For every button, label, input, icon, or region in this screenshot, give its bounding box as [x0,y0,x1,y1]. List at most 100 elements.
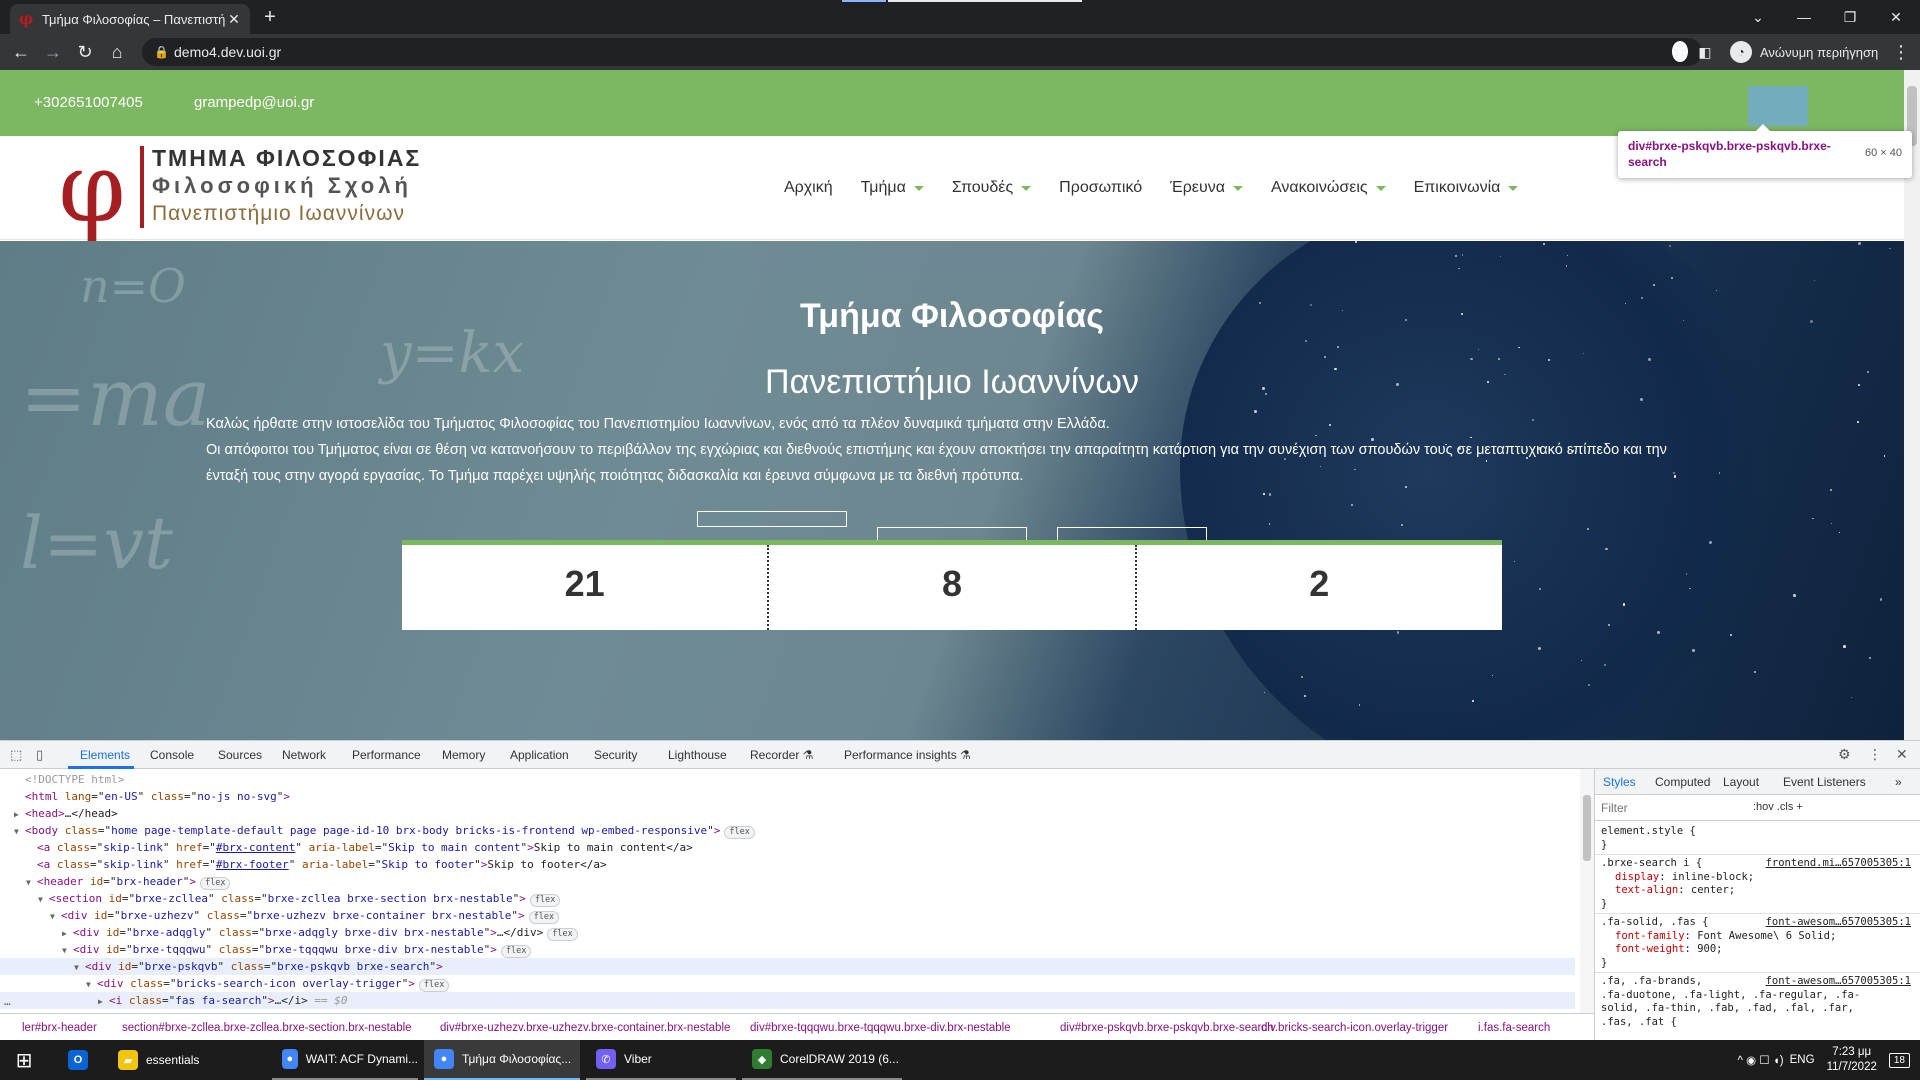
incognito-profile-button[interactable]: ◔ Ανώνυμη περιήγηση [1730,39,1878,65]
dom-node-row[interactable]: ▶ <i class="fas fa-search">…</i> == $0 [0,992,1575,1009]
search-icon-highlighted[interactable] [1748,86,1808,126]
taskbar-app-5[interactable]: ◆ CorelDRAW 2019 (6... [742,1040,902,1080]
clock[interactable]: 7:23 μμ 11/7/2022 [1827,1045,1877,1075]
browser-menu-icon[interactable]: ⋮ [1888,40,1914,64]
hero-button-1[interactable] [697,511,847,527]
flex-badge[interactable]: flex [500,945,532,958]
dom-twisty-icon[interactable]: ▶ [14,806,25,823]
tray-icons[interactable]: ^ ◉ ☐ ◖) [1738,1053,1784,1067]
dom-twisty-icon[interactable]: ▼ [62,942,73,959]
dom-twisty-icon[interactable]: ▼ [26,874,37,891]
devtools-tab-2[interactable]: Sources [218,748,262,762]
css-rule-selector[interactable]: .fa-solid, .fas {font-awesom…657005305:1 [1601,916,1911,930]
devtools-close-icon[interactable]: ✕ [1896,746,1908,763]
flex-badge[interactable]: flex [199,877,231,890]
elements-scrollbar[interactable] [1580,769,1594,1013]
breadcrumb-item[interactable]: div.bricks-search-icon.overlay-trigger [1261,1022,1448,1034]
dom-twisty-icon[interactable]: ▼ [14,823,25,840]
forward-button[interactable]: → [40,40,66,64]
nav-item-4[interactable]: Έρευνα [1170,176,1243,200]
css-source-link[interactable]: font-awesom…657005305:1 [1766,916,1911,930]
breadcrumb-item[interactable]: div#brxe-pskqvb.brxe-pskqvb.brxe-search [1060,1022,1273,1034]
devtools-settings-icon[interactable]: ⚙ [1838,746,1851,763]
dom-node-row[interactable]: <!DOCTYPE html> [0,771,1575,788]
restore-button[interactable]: ❐ [1830,4,1870,30]
notification-badge[interactable]: 18 [1888,1052,1910,1068]
dom-node-row[interactable]: ▶ <head>…</head> [0,805,1575,822]
css-source-link[interactable]: frontend.mi…657005305:1 [1766,857,1911,871]
lock-icon[interactable]: 🔒 [154,43,170,61]
dom-node-row[interactable]: ▼ <div id="brxe-tqqqwu" class="brxe-tqqqw… [0,941,1575,958]
taskbar-app-1[interactable]: ▰ essentials [108,1040,266,1080]
devtools-more-icon[interactable]: ⋮ [1868,746,1882,763]
dom-node-row[interactable]: ▼ <div class="bricks-search-icon overlay-… [0,975,1575,992]
dom-node-row[interactable]: ▼ <div id="brxe-uzhezv" class="brxe-uzhez… [0,907,1575,924]
devtools-tab-1[interactable]: Console [150,748,194,762]
tab-search-icon[interactable]: ⌄ [1738,4,1778,30]
css-declaration[interactable]: text-align: center; [1601,884,1911,898]
css-rule-selector[interactable]: element.style { [1601,825,1911,839]
tab-close-icon[interactable]: ✕ [226,11,242,28]
dom-twisty-icon[interactable]: ▶ [62,925,73,942]
styles-tab-4[interactable]: » [1895,775,1902,789]
breadcrumb-item[interactable]: section#brxe-zcllea.brxe-zcllea.brxe-sec… [122,1022,412,1034]
css-rule-selector[interactable]: .fa, .fa-brands, font-awesom…657005305:1 [1601,975,1911,989]
close-window-button[interactable]: ✕ [1876,4,1916,30]
elements-tree[interactable]: <!DOCTYPE html> <html lang="en-US" class=… [0,769,1594,1013]
devtools-tab-8[interactable]: Lighthouse [668,748,727,762]
email-link[interactable]: grampedp@uoi.gr [194,94,314,111]
nav-item-2[interactable]: Σπουδές [952,176,1032,200]
breadcrumb-item[interactable]: i.fas.fa-search [1478,1022,1550,1034]
dom-node-row[interactable]: ▶ <div id="brxe-adqgly" class="brxe-adqgl… [0,924,1575,941]
site-logo[interactable]: ΤΜΗΜΑ ΦΙΛΟΣΟΦΙΑΣ Φιλοσοφική Σχολή Πανεπι… [152,144,421,228]
devtools-tab-9[interactable]: Recorder ⚗ [750,748,813,762]
dom-node-row[interactable]: <a class="skip-link" href="#brx-footer" … [0,856,1575,873]
dom-twisty-icon[interactable]: ▶ [98,993,109,1010]
styles-tab-1[interactable]: Computed [1655,775,1710,789]
dom-twisty-icon[interactable]: ▼ [50,908,61,925]
devtools-tab-5[interactable]: Memory [442,748,485,762]
back-button[interactable]: ← [8,40,34,64]
browser-tab-active[interactable]: φ Τμήμα Φιλοσοφίας – Πανεπιστήμ ✕ [10,4,250,34]
flex-badge[interactable]: flex [724,826,755,839]
dom-twisty-icon[interactable]: ▼ [74,959,85,976]
device-toolbar-icon[interactable]: ▯ [36,747,43,763]
nav-item-5[interactable]: Ανακοινώσεις [1271,176,1386,200]
dom-node-row[interactable]: <html lang="en-US" class="no-js no-svg"> [0,788,1575,805]
devtools-tab-4[interactable]: Performance [352,748,421,762]
css-source-link[interactable]: font-awesom…657005305:1 [1766,975,1911,989]
dom-node-row[interactable]: ▼ <body class="home page-template-default… [0,822,1575,839]
css-declaration[interactable]: font-family: Font Awesome\ 6 Solid; [1601,930,1911,944]
elements-scrollbar-thumb[interactable] [1583,795,1591,861]
minimize-button[interactable]: — [1784,4,1824,30]
css-declaration[interactable]: font-weight: 900; [1601,943,1911,957]
flex-badge[interactable]: flex [418,979,450,992]
nav-item-0[interactable]: Αρχική [784,176,833,200]
dom-node-row[interactable]: <a class="skip-link" href="#brx-content"… [0,839,1575,856]
dom-node-row[interactable]: ▼ <section id="brxe-zcllea" class="brxe-z… [0,890,1575,907]
home-button[interactable]: ⌂ [104,40,130,64]
devtools-tab-6[interactable]: Application [510,748,569,762]
flex-badge[interactable]: flex [529,894,561,907]
dom-twisty-icon[interactable]: ▼ [38,891,49,908]
taskbar-app-0[interactable]: O [58,1040,100,1080]
new-tab-button[interactable]: + [258,6,282,30]
styles-tab-2[interactable]: Layout [1723,775,1759,789]
inspect-element-icon[interactable]: ⬚ [10,747,22,763]
flex-badge[interactable]: flex [528,911,560,924]
nav-item-6[interactable]: Επικοινωνία [1414,176,1519,200]
css-rules[interactable]: element.style {} .brxe-search i {frontend… [1595,821,1920,1041]
start-button-icon[interactable]: ⊞ [0,1040,48,1080]
breadcrumb-item[interactable]: div#brxe-uzhezv.brxe-uzhezv.brxe-contain… [440,1022,730,1034]
bookmark-star-icon[interactable]: ☆ [1671,41,1688,62]
breadcrumb-item[interactable]: div#brxe-tqqqwu.brxe-tqqqwu.brxe-div.brx… [750,1022,1011,1034]
taskbar-app-2[interactable]: ● WAIT: ACF Dynami... [272,1040,418,1080]
nav-item-3[interactable]: Προσωπικό [1059,176,1142,200]
breadcrumb-item[interactable]: ler#brx-header [22,1022,97,1034]
css-rule-selector[interactable]: .brxe-search i {frontend.mi…657005305:1 [1601,857,1911,871]
devtools-tab-10[interactable]: Performance insights ⚗ [844,748,971,762]
flex-badge[interactable]: flex [547,928,578,941]
url-text[interactable]: demo4.dev.uoi.gr [174,44,281,60]
styles-filter-input[interactable] [1601,799,1751,817]
styles-filter-tools[interactable]: :hov .cls + [1753,801,1803,813]
